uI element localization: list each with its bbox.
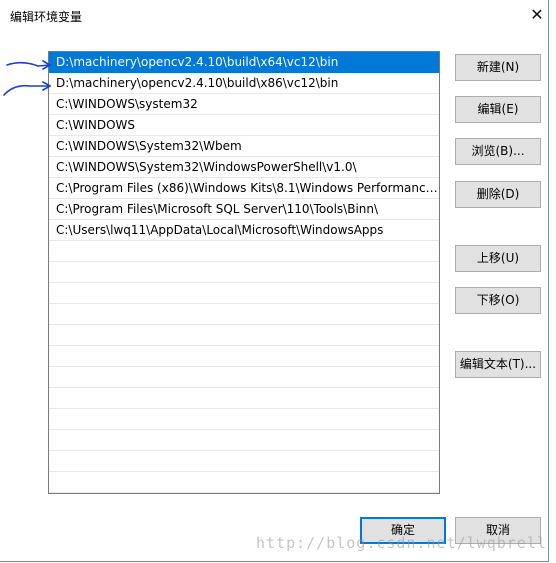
dialog-title: 编辑环境变量 [10, 10, 83, 24]
empty-row[interactable] [49, 346, 439, 367]
new-button[interactable]: 新建(N) [455, 54, 541, 81]
empty-row[interactable] [49, 325, 439, 346]
path-item[interactable]: C:\Program Files (x86)\Windows Kits\8.1\… [49, 178, 439, 199]
path-list[interactable]: D:\machinery\opencv2.4.10\build\x64\vc12… [48, 51, 440, 494]
edit-env-var-dialog: 编辑环境变量 ✕ D:\machinery\opencv2.4.10\build… [0, 0, 549, 562]
path-item[interactable]: D:\machinery\opencv2.4.10\build\x64\vc12… [49, 52, 439, 73]
empty-row[interactable] [49, 283, 439, 304]
empty-row[interactable] [49, 304, 439, 325]
empty-row[interactable] [49, 472, 439, 493]
empty-row[interactable] [49, 241, 439, 262]
browse-button[interactable]: 浏览(B)... [455, 138, 541, 165]
path-item[interactable]: C:\WINDOWS\system32 [49, 94, 439, 115]
path-item[interactable]: C:\WINDOWS\System32\WindowsPowerShell\v1… [49, 157, 439, 178]
empty-row[interactable] [49, 409, 439, 430]
edit-button[interactable]: 编辑(E) [455, 96, 541, 123]
empty-row[interactable] [49, 451, 439, 472]
move-down-button[interactable]: 下移(O) [455, 287, 541, 314]
empty-row[interactable] [49, 388, 439, 409]
empty-row[interactable] [49, 262, 439, 283]
delete-button[interactable]: 删除(D) [455, 181, 541, 208]
path-item[interactable]: C:\WINDOWS\System32\Wbem [49, 136, 439, 157]
edit-text-button[interactable]: 编辑文本(T)... [455, 351, 541, 378]
move-up-button[interactable]: 上移(U) [455, 245, 541, 272]
path-item[interactable]: C:\WINDOWS [49, 115, 439, 136]
path-item[interactable]: C:\Users\lwq11\AppData\Local\Microsoft\W… [49, 220, 439, 241]
empty-row[interactable] [49, 430, 439, 451]
path-item[interactable]: D:\machinery\opencv2.4.10\build\x86\vc12… [49, 73, 439, 94]
close-icon[interactable]: ✕ [528, 6, 546, 24]
path-item[interactable]: C:\Program Files\Microsoft SQL Server\11… [49, 199, 439, 220]
empty-row[interactable] [49, 367, 439, 388]
hand-drawn-arrows-icon [3, 60, 51, 96]
watermark-text: http://blog.csdn.net/lwqbrell [256, 534, 547, 552]
